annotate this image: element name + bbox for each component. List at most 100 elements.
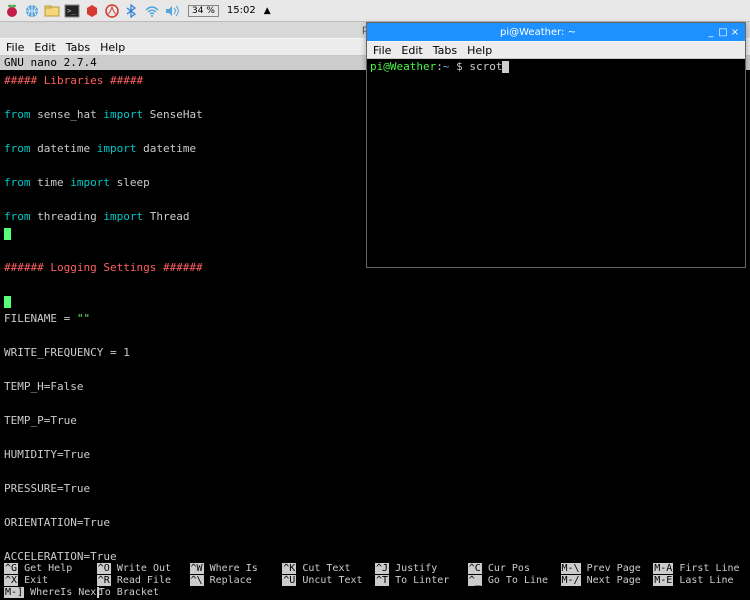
- label: Replace: [204, 575, 252, 586]
- key: M-]: [4, 587, 24, 598]
- label: Prev Page: [581, 563, 641, 574]
- label: Exit: [18, 575, 48, 586]
- label: WhereIs Next: [24, 587, 102, 598]
- term-menu-file[interactable]: File: [373, 44, 391, 57]
- code: datetime: [31, 142, 97, 155]
- label: Justify: [389, 563, 437, 574]
- label: Uncut Text: [296, 575, 362, 586]
- prompt-sep: :: [436, 60, 443, 73]
- terminal-prompt: pi@Weather:~ $: [370, 60, 469, 73]
- wifi-icon[interactable]: [144, 3, 160, 19]
- code: TEMP_H=False: [4, 380, 83, 393]
- key: M-/: [561, 575, 581, 586]
- key: ^G: [4, 563, 18, 574]
- battery-indicator[interactable]: 34 %: [188, 5, 219, 17]
- kw: from: [4, 176, 31, 189]
- label: Cut Text: [296, 563, 350, 574]
- menu-help[interactable]: Help: [100, 41, 125, 54]
- code: ORIENTATION=True: [4, 516, 110, 529]
- term-menu-edit[interactable]: Edit: [401, 44, 422, 57]
- kw: import: [97, 142, 137, 155]
- wolfram-icon[interactable]: [104, 3, 120, 19]
- code-comment: ##### Libraries #####: [4, 74, 143, 87]
- raspberry-menu-icon[interactable]: [4, 3, 20, 19]
- prompt-dollar: $: [449, 60, 469, 73]
- label: Read File: [111, 575, 171, 586]
- kw: import: [103, 210, 143, 223]
- label: Go To Line: [482, 575, 548, 586]
- code: PRESSURE=True: [4, 482, 90, 495]
- menu-tabs[interactable]: Tabs: [66, 41, 90, 54]
- kw: from: [4, 210, 31, 223]
- code: HUMIDITY=True: [4, 448, 90, 461]
- label: Where Is: [204, 563, 258, 574]
- label: Write Out: [111, 563, 171, 574]
- key: ^R: [97, 575, 111, 586]
- cursor-mark: [4, 296, 11, 308]
- nano-footer: ^G Get Help ^O Write Out ^W Where Is ^K …: [0, 562, 750, 600]
- key: ^X: [4, 575, 18, 586]
- key: ^K: [282, 563, 296, 574]
- kw: import: [103, 108, 143, 121]
- terminal-menubar: File Edit Tabs Help: [367, 41, 745, 59]
- kw: from: [4, 142, 31, 155]
- key: M-\: [561, 563, 581, 574]
- terminal-title: pi@Weather: ~: [371, 27, 705, 38]
- code: threading: [31, 210, 104, 223]
- code: WRITE_FREQUENCY = 1: [4, 346, 130, 359]
- label: To Linter: [389, 575, 449, 586]
- code: FILENAME =: [4, 312, 77, 325]
- label: Last Line: [673, 575, 733, 586]
- panel-arrow-icon[interactable]: ▲: [264, 6, 271, 16]
- code: datetime: [136, 142, 196, 155]
- key: ^C: [468, 563, 482, 574]
- label: Cur Pos: [482, 563, 530, 574]
- terminal-icon[interactable]: >_: [64, 3, 80, 19]
- key: ^\: [190, 575, 204, 586]
- maximize-button[interactable]: □: [717, 27, 729, 38]
- terminal-body[interactable]: pi@Weather:~ $ scrot: [367, 59, 745, 267]
- kw: from: [4, 108, 31, 121]
- code: SenseHat: [143, 108, 203, 121]
- code: Thread: [143, 210, 189, 223]
- label: Next Page: [581, 575, 641, 586]
- bluetooth-icon[interactable]: [124, 3, 140, 19]
- key: ^U: [282, 575, 296, 586]
- key: ^J: [375, 563, 389, 574]
- clock[interactable]: 15:02: [227, 5, 256, 16]
- key: M-E: [653, 575, 673, 586]
- str: "": [77, 312, 90, 325]
- terminal-command: scrot: [469, 60, 502, 73]
- label: Get Help: [18, 563, 72, 574]
- terminal-titlebar[interactable]: pi@Weather: ~ _ □ ×: [367, 23, 745, 41]
- term-menu-tabs[interactable]: Tabs: [433, 44, 457, 57]
- key: ^T: [375, 575, 389, 586]
- code-comment: ###### Logging Settings ######: [4, 261, 203, 274]
- key: ^O: [97, 563, 111, 574]
- file-manager-icon[interactable]: [44, 3, 60, 19]
- code: time: [31, 176, 71, 189]
- label: To Bracket: [99, 587, 159, 598]
- code: TEMP_P=True: [4, 414, 77, 427]
- menu-file[interactable]: File: [6, 41, 24, 54]
- globe-icon[interactable]: [24, 3, 40, 19]
- nano-version: GNU nano 2.7.4: [4, 56, 97, 70]
- key: ^_: [468, 575, 482, 586]
- taskbar: >_ 34 % 15:02 ▲: [0, 0, 750, 22]
- terminal-window: pi@Weather: ~ _ □ × File Edit Tabs Help …: [366, 22, 746, 268]
- close-button[interactable]: ×: [729, 27, 741, 38]
- code: sense_hat: [31, 108, 104, 121]
- mathematica-icon[interactable]: [84, 3, 100, 19]
- minimize-button[interactable]: _: [705, 27, 717, 38]
- volume-icon[interactable]: [164, 3, 180, 19]
- menu-edit[interactable]: Edit: [34, 41, 55, 54]
- key: ^W: [190, 563, 204, 574]
- term-menu-help[interactable]: Help: [467, 44, 492, 57]
- svg-text:>_: >_: [67, 7, 76, 15]
- kw: import: [70, 176, 110, 189]
- key: M-A: [653, 563, 673, 574]
- label: First Line: [673, 563, 739, 574]
- terminal-cursor: [502, 61, 509, 73]
- code: sleep: [110, 176, 150, 189]
- prompt-user: pi@Weather: [370, 60, 436, 73]
